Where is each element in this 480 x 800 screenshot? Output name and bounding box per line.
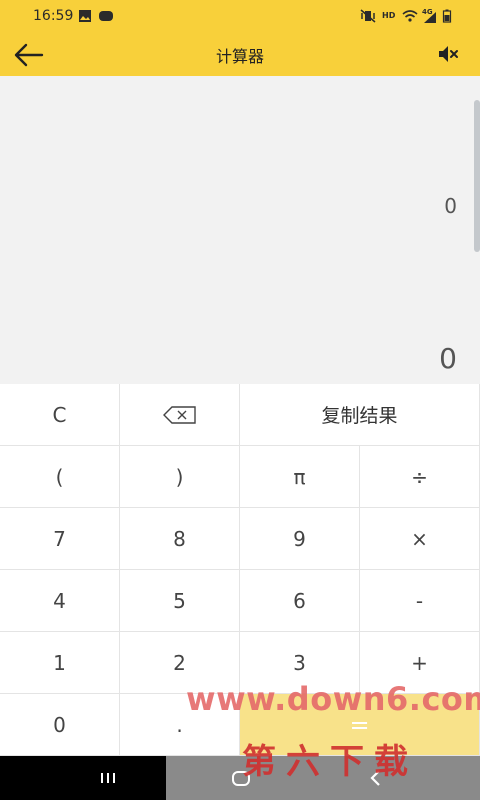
key-label: ×: [411, 526, 428, 551]
digit-7-button[interactable]: 7: [0, 508, 120, 570]
expression-text: 0: [444, 194, 457, 218]
digit-8-button[interactable]: 8: [120, 508, 240, 570]
key-label: 0: [53, 712, 66, 737]
wifi-icon: [402, 10, 418, 22]
key-label: ÷: [411, 464, 428, 489]
digit-4-button[interactable]: 4: [0, 570, 120, 632]
close-paren-button[interactable]: ): [120, 446, 240, 508]
backspace-button[interactable]: [120, 384, 240, 446]
result-text: 0: [439, 342, 457, 375]
copy-result-button[interactable]: 复制结果: [240, 384, 480, 446]
vibrate-mute-icon: [360, 9, 376, 23]
key-label: 1: [53, 650, 66, 675]
key-label: 8: [173, 526, 186, 551]
digit-5-button[interactable]: 5: [120, 570, 240, 632]
hd-label: HD: [382, 11, 396, 20]
key-label: 2: [173, 650, 186, 675]
app-bar: 计算器: [0, 34, 480, 76]
key-label: ): [175, 464, 184, 489]
speaker-mute-icon[interactable]: [436, 42, 460, 66]
digit-1-button[interactable]: 1: [0, 632, 120, 694]
display-scrollbar[interactable]: [474, 100, 480, 252]
status-bar: 16:59 HD 4G: [0, 0, 480, 34]
key-label: .: [176, 712, 183, 737]
key-label: (: [55, 464, 64, 489]
key-label: -: [415, 588, 424, 613]
key-label: +: [411, 650, 428, 675]
key-label: 6: [293, 588, 306, 613]
watermark-brand: 第六下载: [242, 742, 418, 782]
key-label: π: [293, 464, 306, 489]
recent-apps-icon[interactable]: [98, 766, 118, 790]
digit-9-button[interactable]: 9: [240, 508, 360, 570]
pi-button[interactable]: π: [240, 446, 360, 508]
key-label: 4: [53, 588, 66, 613]
divide-button[interactable]: ÷: [360, 446, 480, 508]
battery-icon: [442, 9, 452, 23]
signal-icon: [424, 12, 436, 23]
copy-result-label: 复制结果: [321, 405, 398, 427]
page-title: 计算器: [215, 47, 264, 66]
calculator-display: 0 0: [0, 76, 480, 384]
key-label: 9: [293, 526, 306, 551]
open-paren-button[interactable]: (: [0, 446, 120, 508]
clear-label: C: [52, 402, 67, 427]
key-label: 3: [293, 650, 306, 675]
key-label: 7: [53, 526, 66, 551]
watermark-url: www.down6.com: [186, 680, 480, 718]
image-icon: [79, 10, 91, 22]
app-notification-icon: [99, 11, 113, 21]
status-time: 16:59: [33, 8, 74, 24]
backspace-icon: [162, 405, 196, 424]
key-label: 5: [173, 588, 186, 613]
multiply-button[interactable]: ×: [360, 508, 480, 570]
minus-button[interactable]: -: [360, 570, 480, 632]
digit-0-button[interactable]: 0: [0, 694, 120, 756]
clear-button[interactable]: C: [0, 384, 120, 446]
digit-6-button[interactable]: 6: [240, 570, 360, 632]
